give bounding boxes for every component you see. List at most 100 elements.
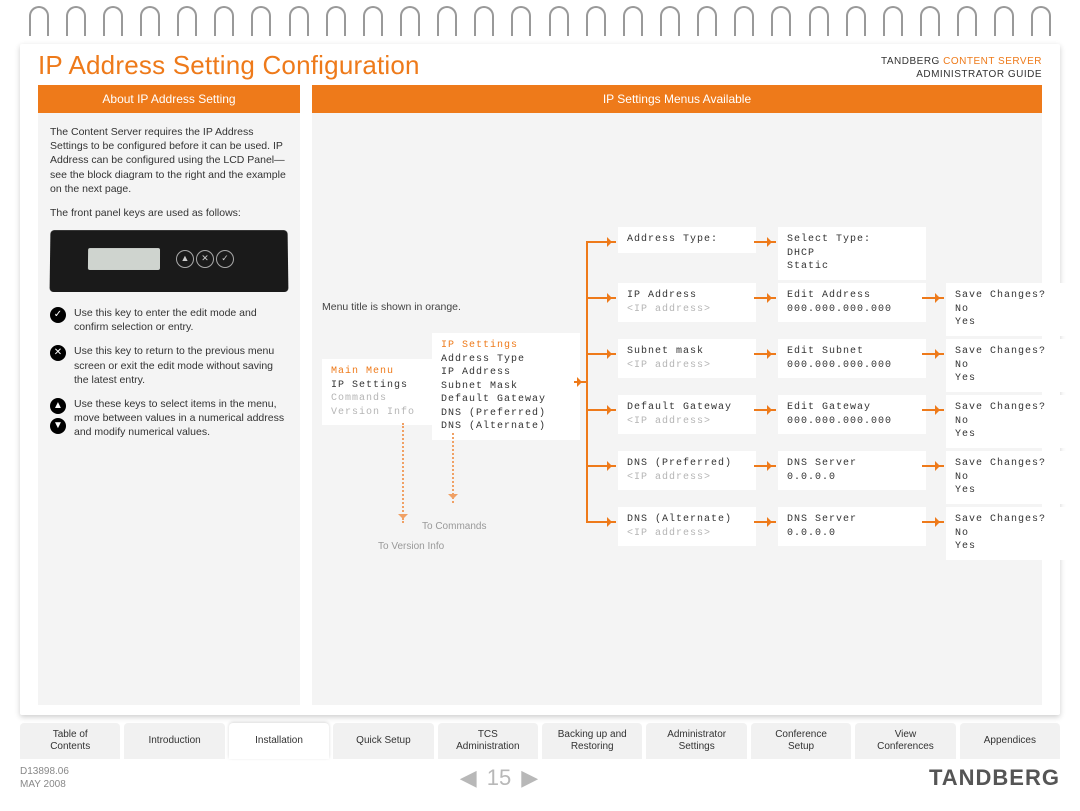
tab-backup-restore[interactable]: Backing up andRestoring bbox=[542, 723, 642, 759]
box-addresstype: Address Type: bbox=[618, 227, 756, 253]
about-paragraph-2: The front panel keys are used as follows… bbox=[50, 206, 288, 220]
dotted-arrow-version-icon bbox=[402, 423, 404, 523]
tab-appendices[interactable]: Appendices bbox=[960, 723, 1060, 759]
pager: ◀ 15 ▶ bbox=[460, 765, 538, 791]
spiral-binding bbox=[0, 0, 1080, 44]
ip-settings-item-dnsalt: DNS (Alternate) bbox=[441, 420, 571, 434]
doc-number: D13898.06 bbox=[20, 765, 69, 778]
key-check-description: Use this key to enter the edit mode and … bbox=[74, 306, 288, 334]
device-button-cancel-icon: ✕ bbox=[196, 250, 214, 268]
connector-icon bbox=[586, 241, 588, 523]
connector-icon bbox=[754, 241, 776, 243]
ip-settings-box: IP Settings Address Type IP Address Subn… bbox=[432, 333, 580, 440]
connector-icon bbox=[922, 521, 944, 523]
tab-conference-setup[interactable]: ConferenceSetup bbox=[751, 723, 851, 759]
tab-tcs-admin[interactable]: TCSAdministration bbox=[438, 723, 538, 759]
tab-toc[interactable]: Table ofContents bbox=[20, 723, 120, 759]
cancel-icon: ✕ bbox=[50, 345, 66, 361]
arrow-up-icon: ▲ bbox=[50, 398, 66, 414]
note-orange-title: Menu title is shown in orange. bbox=[322, 301, 461, 313]
next-page-icon[interactable]: ▶ bbox=[521, 765, 538, 791]
key-arrows-description: Use these keys to select items in the me… bbox=[74, 397, 288, 440]
sheet: IP Address Setting Configuration TANDBER… bbox=[20, 44, 1060, 715]
ip-settings-title: IP Settings bbox=[441, 339, 571, 353]
box-dns-alternate: DNS (Alternate) <IP address> bbox=[618, 507, 756, 546]
ip-settings-item-gateway: Default Gateway bbox=[441, 393, 571, 407]
box-save-dns-alt: Save Changes? No Yes bbox=[946, 507, 1074, 560]
box-dns-server-alt: DNS Server 0.0.0.0 bbox=[778, 507, 926, 546]
main-menu-item-commands: Commands bbox=[331, 392, 431, 406]
device-button-up-icon: ▲ bbox=[176, 250, 194, 268]
ip-settings-item-subnet: Subnet Mask bbox=[441, 380, 571, 394]
tab-admin-settings[interactable]: AdministratorSettings bbox=[646, 723, 746, 759]
chapter-tabs: Table ofContents Introduction Installati… bbox=[20, 723, 1060, 759]
brand-block: TANDBERG CONTENT SERVER ADMINISTRATOR GU… bbox=[881, 55, 1042, 81]
box-dns-preferred: DNS (Preferred) <IP address> bbox=[618, 451, 756, 490]
connector-icon bbox=[586, 353, 616, 355]
device-button-confirm-icon: ✓ bbox=[216, 250, 234, 268]
box-edit-subnet: Edit Subnet 000.000.000.000 bbox=[778, 339, 926, 378]
arrow-down-icon: ▼ bbox=[50, 418, 66, 434]
box-subnet: Subnet mask <IP address> bbox=[618, 339, 756, 378]
tab-view-conferences[interactable]: ViewConferences bbox=[855, 723, 955, 759]
tab-installation[interactable]: Installation bbox=[229, 723, 329, 759]
connector-icon bbox=[754, 297, 776, 299]
box-save-dns-pref: Save Changes? No Yes bbox=[946, 451, 1074, 504]
main-menu-box: Main Menu IP Settings Commands Version I… bbox=[322, 359, 440, 425]
vendor-logo: TANDBERG bbox=[929, 765, 1060, 791]
page-footer: D13898.06 MAY 2008 ◀ 15 ▶ TANDBERG bbox=[20, 765, 1060, 791]
main-menu-item-ipsettings: IP Settings bbox=[331, 379, 431, 393]
box-edit-gateway: Edit Gateway 000.000.000.000 bbox=[778, 395, 926, 434]
about-heading: About IP Address Setting bbox=[38, 85, 300, 113]
connector-icon bbox=[922, 465, 944, 467]
page-number: 15 bbox=[487, 765, 511, 791]
brand-subtitle: ADMINISTRATOR GUIDE bbox=[881, 68, 1042, 81]
connector-icon bbox=[586, 241, 616, 243]
brand-name: TANDBERG bbox=[881, 56, 943, 67]
about-paragraph-1: The Content Server requires the IP Addre… bbox=[50, 125, 288, 196]
tab-introduction[interactable]: Introduction bbox=[124, 723, 224, 759]
device-lcd bbox=[88, 248, 160, 270]
main-menu-title: Main Menu bbox=[331, 365, 431, 379]
connector-icon bbox=[754, 353, 776, 355]
main-menu-item-versioninfo: Version Info bbox=[331, 406, 431, 420]
prev-page-icon[interactable]: ◀ bbox=[460, 765, 477, 791]
diagram-panel: IP Settings Menus Available Menu title i… bbox=[312, 85, 1042, 705]
connector-icon bbox=[754, 521, 776, 523]
connector-icon bbox=[754, 465, 776, 467]
connector-icon bbox=[922, 297, 944, 299]
page-title: IP Address Setting Configuration bbox=[38, 50, 420, 81]
connector-icon bbox=[586, 465, 616, 467]
check-icon: ✓ bbox=[50, 307, 66, 323]
ip-settings-item-ipaddress: IP Address bbox=[441, 366, 571, 380]
device-illustration: ▲ ✕ ✓ bbox=[50, 230, 289, 292]
ip-settings-item-dnspref: DNS (Preferred) bbox=[441, 407, 571, 421]
page: IP Address Setting Configuration TANDBER… bbox=[0, 0, 1080, 791]
box-select-type: Select Type: DHCP Static bbox=[778, 227, 926, 280]
key-cancel-description: Use this key to return to the previous m… bbox=[74, 344, 288, 387]
box-save-ip: Save Changes? No Yes bbox=[946, 283, 1074, 336]
box-ipaddress: IP Address <IP address> bbox=[618, 283, 756, 322]
connector-icon bbox=[922, 353, 944, 355]
label-to-commands: To Commands bbox=[422, 521, 486, 532]
label-to-version: To Version Info bbox=[378, 541, 444, 552]
connector-icon bbox=[586, 297, 616, 299]
connector-icon bbox=[586, 409, 616, 411]
tab-quick-setup[interactable]: Quick Setup bbox=[333, 723, 433, 759]
box-save-subnet: Save Changes? No Yes bbox=[946, 339, 1074, 392]
connector-icon bbox=[754, 409, 776, 411]
diagram-heading: IP Settings Menus Available bbox=[312, 85, 1042, 113]
box-save-gateway: Save Changes? No Yes bbox=[946, 395, 1074, 448]
about-panel: About IP Address Setting The Content Ser… bbox=[38, 85, 300, 705]
box-gateway: Default Gateway <IP address> bbox=[618, 395, 756, 434]
connector-icon bbox=[922, 409, 944, 411]
box-dns-server-pref: DNS Server 0.0.0.0 bbox=[778, 451, 926, 490]
dotted-arrow-commands-icon bbox=[452, 433, 454, 503]
box-edit-address: Edit Address 000.000.000.000 bbox=[778, 283, 926, 322]
connector-icon bbox=[586, 521, 616, 523]
brand-product: CONTENT SERVER bbox=[943, 56, 1042, 67]
ip-settings-item-addresstype: Address Type bbox=[441, 353, 571, 367]
connector-icon bbox=[574, 381, 586, 383]
doc-date: MAY 2008 bbox=[20, 778, 69, 791]
menu-diagram: Menu title is shown in orange. Main Menu… bbox=[322, 123, 1032, 683]
